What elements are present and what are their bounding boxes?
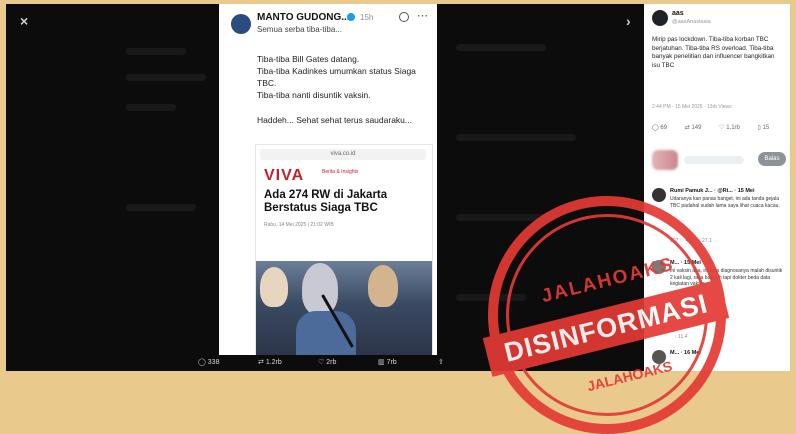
viva-logo: VIVA	[264, 167, 305, 184]
article-screenshot: viva.co.id VIVA Berita & Insights Ada 27…	[255, 144, 433, 355]
blurred-avatar	[652, 150, 678, 170]
photo-person	[260, 267, 288, 307]
chevron-right-icon[interactable]: ›	[626, 13, 631, 29]
disinformation-stamp: JALAHOAKS DISINFORMASI JALAHOAKS	[482, 196, 730, 434]
media-action-bar: ◯ 338 ⇄ 1.2rb ♡ 2rb ▥ 7rb ⇧	[198, 358, 468, 370]
background-feed-line	[456, 134, 576, 141]
repost-icon[interactable]: ⇄ 149	[685, 125, 710, 131]
background-feed-line	[126, 204, 196, 211]
photo-figure	[296, 311, 356, 355]
reply-icon[interactable]: ◯ 69	[652, 125, 675, 131]
share-icon[interactable]: ⇧	[438, 358, 444, 366]
photo-person	[302, 263, 338, 315]
reply-button[interactable]: Balas	[758, 152, 786, 166]
reply-count[interactable]: ◯ 338	[198, 358, 219, 366]
viva-tagline: Berita & Insights	[322, 169, 359, 175]
post-timestamp: 2:44 PM · 15 Mei 2025 · 13rb Views	[652, 104, 732, 110]
repost-count[interactable]: ⇄ 1.2rb	[258, 358, 282, 366]
tweet-image[interactable]: MANTO GUDONG... 15h ⋯ Semua serba tiba-t…	[219, 4, 437, 355]
view-count[interactable]: ▥ 7rb	[378, 358, 397, 366]
reply-author[interactable]: Rumi Pamuk J... · @Ri... · 15 Mei	[670, 188, 755, 194]
tweet-lead: Semua serba tiba-tiba...	[257, 25, 342, 34]
background-feed-line	[126, 104, 176, 111]
tweet-paragraph: Haddeh... Sehat sehat terus saudaraku...	[257, 115, 412, 125]
post-text: Mirip pas lockdown. Tiba-tiba korban TBC…	[652, 36, 775, 69]
grok-icon[interactable]	[399, 12, 409, 22]
tweet-paragraph: Tiba-tiba Kadinkes umumkan status Siaga …	[257, 66, 416, 88]
avatar[interactable]	[652, 188, 666, 202]
reply-input[interactable]	[684, 156, 744, 164]
bookmark-icon[interactable]: ▯ 15	[758, 125, 778, 131]
close-icon[interactable]: ×	[20, 13, 28, 29]
article-meta: Rabu, 14 Mei 2025 | 21:02 WIB	[264, 222, 334, 228]
background-feed-line	[456, 44, 546, 51]
address-bar: viva.co.id	[260, 149, 426, 160]
tweet-paragraph: Tiba-tiba nanti disuntik vaksin.	[257, 90, 371, 100]
reply-text: Udaranya kan panas banget, ini ada tanda…	[670, 196, 780, 209]
tweet-author[interactable]: MANTO GUDONG...	[257, 12, 350, 23]
post-handle[interactable]: @aasAnastasia	[672, 19, 711, 25]
tweet-time[interactable]: 15h	[360, 13, 373, 22]
verified-badge-icon	[347, 13, 355, 21]
post-stats: ◯ 69 ⇄ 149 ♡ 1,1rb ▯ 15	[652, 124, 786, 131]
article-photo	[256, 261, 432, 355]
avatar[interactable]	[231, 14, 251, 34]
photo-person	[368, 265, 398, 307]
article-headline: Ada 274 RW di Jakarta Berstatus Siaga TB…	[264, 189, 388, 214]
background-feed-line	[126, 74, 206, 81]
tweet-paragraph: Tiba-tiba Bill Gates datang.	[257, 54, 360, 64]
like-count[interactable]: ♡ 2rb	[318, 358, 336, 366]
avatar[interactable]	[652, 10, 668, 26]
post-author[interactable]: aas	[672, 10, 684, 17]
like-icon[interactable]: ♡ 1,1rb	[719, 125, 748, 131]
background-feed-line	[126, 48, 186, 55]
more-options-icon[interactable]: ⋯	[417, 9, 428, 22]
